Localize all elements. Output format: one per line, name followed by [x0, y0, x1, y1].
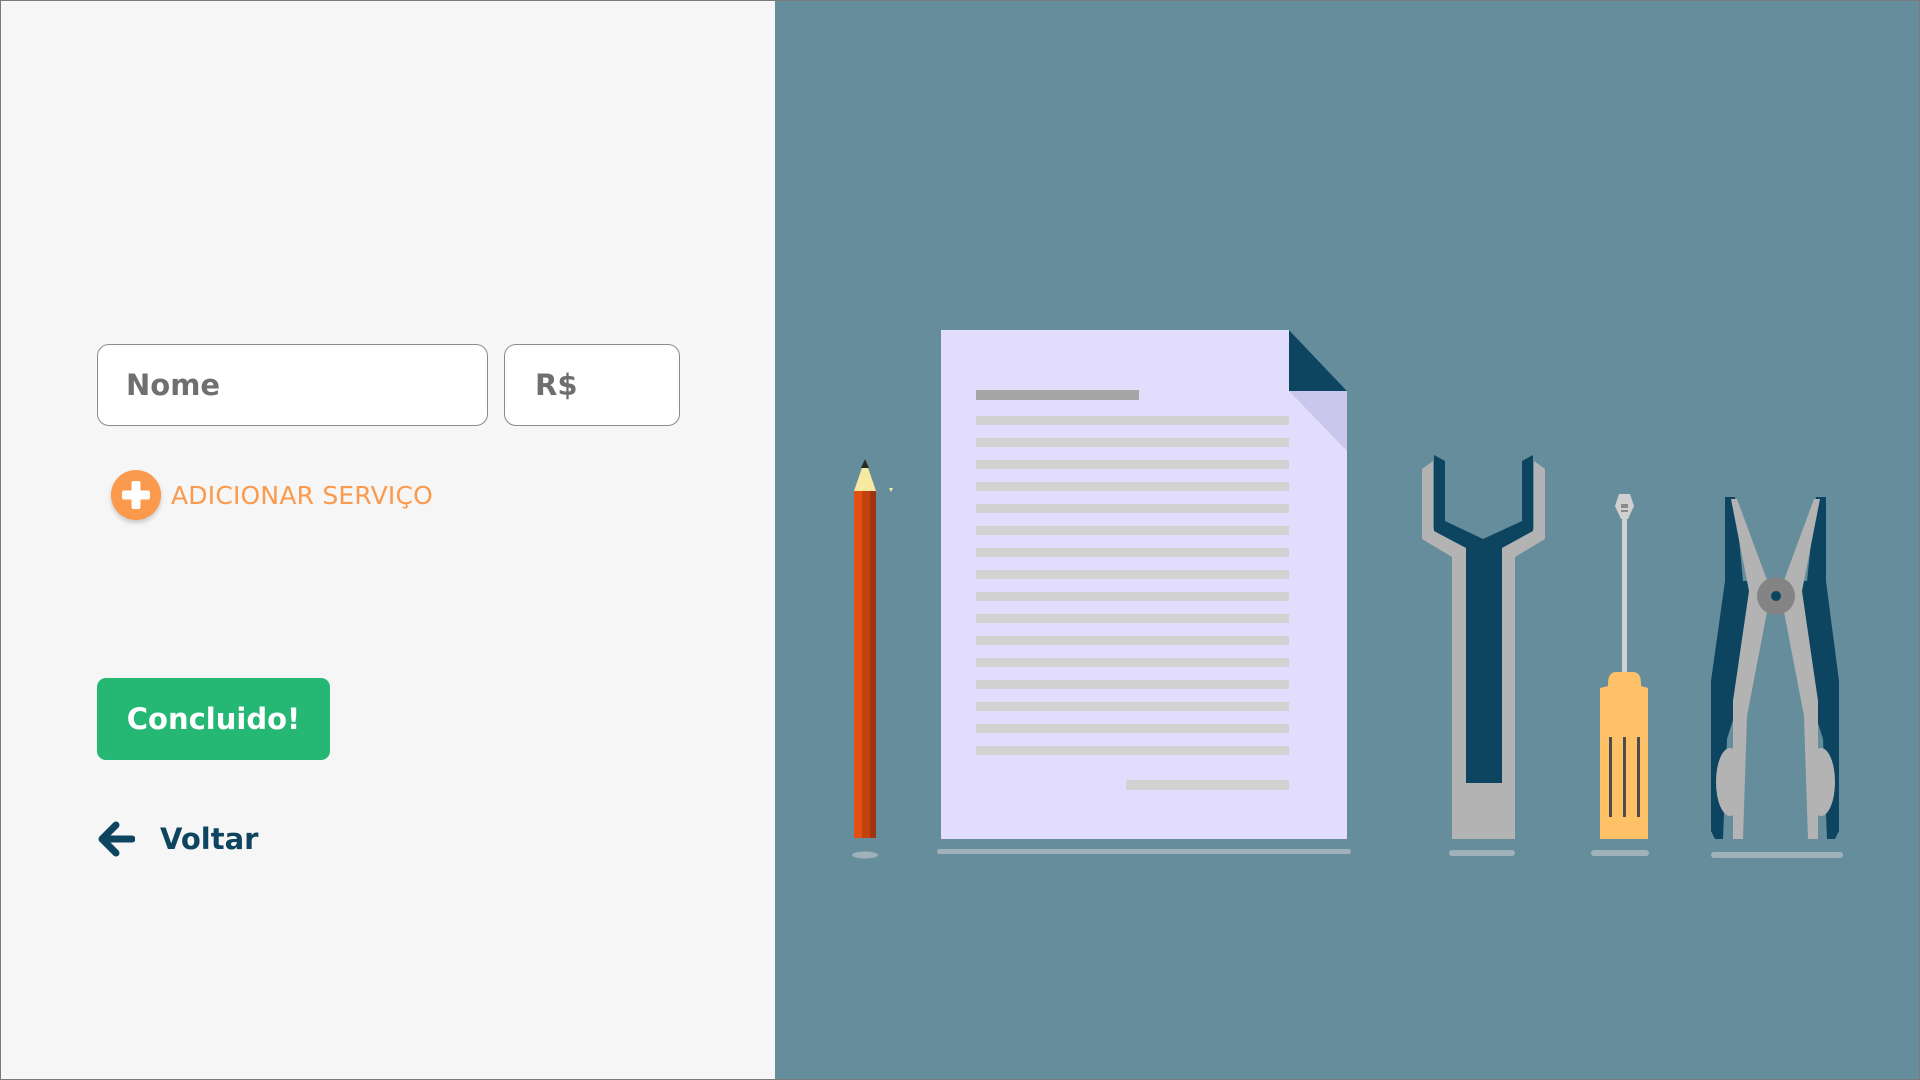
app-window: ADICIONAR SERVIÇO Concluido! Voltar	[0, 0, 1920, 1080]
tools-illustration	[775, 1, 1919, 1079]
service-name-input[interactable]	[97, 344, 488, 426]
back-link[interactable]: Voltar	[97, 821, 258, 857]
add-service-label: ADICIONAR SERVIÇO	[171, 480, 434, 510]
arrow-left-icon	[98, 821, 135, 857]
document-icon	[937, 330, 1351, 854]
service-price-input[interactable]	[504, 344, 680, 426]
illustration-panel	[775, 1, 1919, 1079]
plus-circle-icon	[111, 470, 161, 520]
form-panel: ADICIONAR SERVIÇO Concluido! Voltar	[1, 1, 775, 1079]
back-label: Voltar	[160, 822, 259, 856]
add-service-button[interactable]: ADICIONAR SERVIÇO	[111, 470, 433, 520]
done-button[interactable]: Concluido!	[97, 678, 330, 760]
